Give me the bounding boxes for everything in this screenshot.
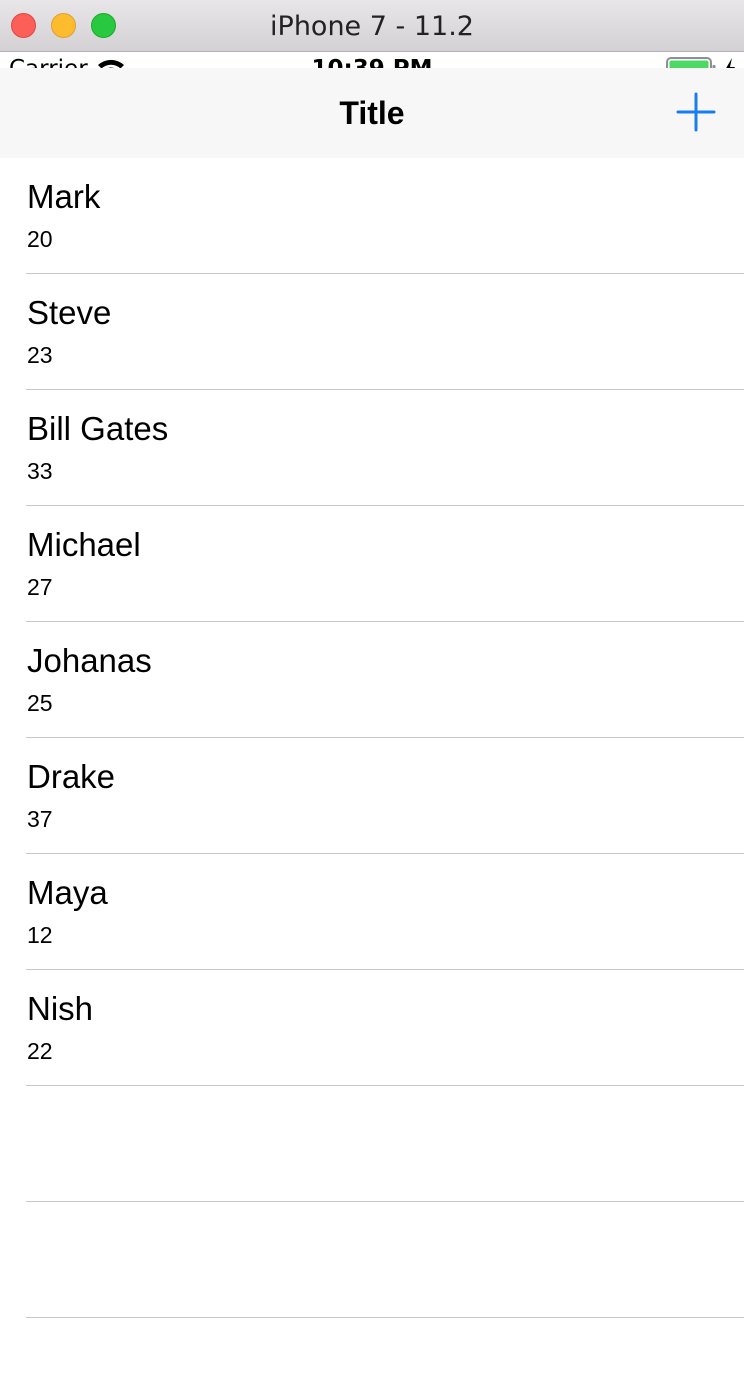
person-age: 23 xyxy=(27,342,53,368)
table-row[interactable]: Johanas 25 xyxy=(0,622,744,738)
person-name: Johanas xyxy=(27,642,152,679)
table-row[interactable]: Drake 37 xyxy=(0,738,744,854)
table-row[interactable] xyxy=(0,1086,744,1202)
person-name: Bill Gates xyxy=(27,410,169,447)
person-age: 12 xyxy=(27,922,53,948)
person-name: Nish xyxy=(27,990,94,1027)
add-button[interactable] xyxy=(672,88,720,136)
window-title-bar: iPhone 7 - 11.2 xyxy=(0,0,744,52)
table-row[interactable]: Mark 20 xyxy=(0,158,744,274)
navigation-bar: Title xyxy=(0,68,744,158)
person-name: Steve xyxy=(27,294,112,331)
person-name: Drake xyxy=(27,758,116,795)
person-name: Maya xyxy=(27,874,108,911)
person-name: Michael xyxy=(27,526,141,563)
table-row[interactable]: Nish 22 xyxy=(0,970,744,1086)
person-age: 33 xyxy=(27,458,53,484)
person-age: 20 xyxy=(27,226,53,252)
simulator-window: iPhone 7 - 11.2 Carrier 10:39 PM Title M… xyxy=(0,0,744,1382)
person-age: 37 xyxy=(27,806,53,832)
person-age: 22 xyxy=(27,1038,53,1064)
plus-icon xyxy=(676,92,716,132)
person-age: 25 xyxy=(27,690,53,716)
table-row[interactable] xyxy=(0,1202,744,1318)
person-age: 27 xyxy=(27,574,53,600)
window-title: iPhone 7 - 11.2 xyxy=(270,11,474,42)
table-row[interactable]: Maya 12 xyxy=(0,854,744,970)
table-row[interactable]: Michael 27 xyxy=(0,506,744,622)
nav-title: Title xyxy=(339,95,405,131)
table-row[interactable]: Bill Gates 33 xyxy=(0,390,744,506)
person-name: Mark xyxy=(27,178,101,215)
table-row[interactable]: Steve 23 xyxy=(0,274,744,390)
people-table: Mark 20 Steve 23 Bill Gates 33 Michael 27 Johana… xyxy=(0,158,744,1318)
